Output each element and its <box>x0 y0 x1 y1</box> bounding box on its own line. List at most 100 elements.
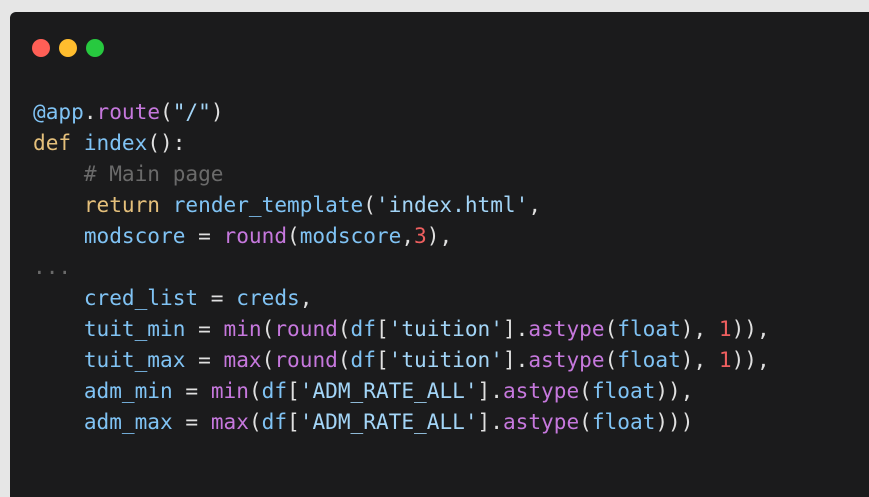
code-token-var: float <box>617 316 681 341</box>
code-token-fn: max <box>210 409 249 434</box>
code-token-fn: min <box>210 378 249 403</box>
code-token-var: adm_max <box>83 409 173 434</box>
code-token-str: 'tuition' <box>388 316 503 341</box>
code-token-var: modscore <box>299 223 402 248</box>
window-controls <box>32 39 104 57</box>
code-token-plain: ( <box>604 316 618 341</box>
code-token-kw: def <box>33 130 72 155</box>
code-token-str: 'tuition' <box>388 347 503 372</box>
code-token-var: float <box>617 347 681 372</box>
code-token-plain: = <box>185 223 224 248</box>
code-token-plain: = <box>172 409 211 434</box>
code-token-str: 'ADM_RATE_ALL' <box>299 409 478 434</box>
code-token-plain: = <box>185 316 224 341</box>
code-token-plain: = <box>198 285 237 310</box>
code-token-fn: min <box>223 316 262 341</box>
code-token-plain: ( <box>287 223 300 248</box>
code-line: return render_template('index.html', <box>33 189 770 220</box>
code-token-plain: )), <box>731 347 770 372</box>
code-token-plain: = <box>185 347 224 372</box>
minimize-button[interactable] <box>59 39 77 57</box>
code-token-plain: ]. <box>477 378 503 403</box>
code-line: cred_list = creds, <box>33 282 770 313</box>
code-token-fn: astype <box>528 316 605 341</box>
code-token-plain: ]. <box>477 409 503 434</box>
code-token-plain: ), <box>426 223 453 248</box>
code-token-cmt: ... <box>33 254 72 279</box>
code-line: tuit_min = min(round(df['tuition'].astyp… <box>33 313 770 344</box>
code-token-var: modscore <box>83 223 186 248</box>
code-token-plain: ( <box>579 409 592 434</box>
code-token-fn: astype <box>528 347 605 372</box>
code-token-var: float <box>591 409 656 434</box>
code-token-plain: ( <box>337 347 351 372</box>
code-token-var: df <box>350 316 376 341</box>
code-token-plain: ( <box>160 99 173 124</box>
code-token-plain: ( <box>261 316 275 341</box>
code-token-fn: round <box>274 316 338 341</box>
maximize-button[interactable] <box>86 39 104 57</box>
code-token-str: 'index.html' <box>375 192 529 217</box>
code-token-plain: ( <box>248 378 262 403</box>
code-token-plain: , <box>528 192 542 217</box>
code-token-var: tuit_min <box>83 316 186 341</box>
code-token-var: index <box>83 130 148 155</box>
code-window: @app.route("/") def index(): # Main page … <box>10 12 869 497</box>
code-token-plain: [ <box>375 316 389 341</box>
code-token-plain: [ <box>287 409 300 434</box>
code-token-fn: astype <box>502 378 580 403</box>
code-token-plain: ))) <box>655 409 694 434</box>
code-token-var: df <box>261 378 288 403</box>
code-token-plain: ( <box>337 316 351 341</box>
code-token-str: "/" <box>172 99 211 124</box>
close-button[interactable] <box>32 39 50 57</box>
code-token-plain: ), <box>680 347 719 372</box>
code-token-var: render_template <box>172 192 364 217</box>
code-token-plain: ]. <box>502 316 529 341</box>
code-token-var: tuit_max <box>83 347 186 372</box>
code-token-plain: , <box>299 285 313 310</box>
code-token-var: @app <box>33 99 84 124</box>
code-token-fn: max <box>223 347 262 372</box>
code-token-plain: ( <box>604 347 618 372</box>
code-line: tuit_max = max(round(df['tuition'].astyp… <box>33 344 770 375</box>
code-token-plain: ( <box>261 347 275 372</box>
code-token-var: creds <box>236 285 300 310</box>
code-line: @app.route("/") <box>33 96 770 127</box>
code-token-var: df <box>350 347 376 372</box>
code-token-plain: )), <box>655 378 694 403</box>
code-token-var: cred_list <box>83 285 199 310</box>
code-token-var: adm_min <box>83 378 173 403</box>
code-token-plain: ), <box>680 316 719 341</box>
code-token-str: 'ADM_RATE_ALL' <box>299 378 478 403</box>
code-token-plain: ) <box>210 99 224 124</box>
code-token-plain: ]. <box>502 347 529 372</box>
code-line: # Main page <box>33 158 770 189</box>
code-line: ... <box>33 251 770 282</box>
code-token-fn: astype <box>502 409 580 434</box>
code-token-plain: ( <box>248 409 262 434</box>
code-token-cmt: # Main page <box>83 161 224 186</box>
code-token-plain: = <box>172 378 211 403</box>
code-token-fn: route <box>96 99 161 124</box>
code-token-plain: )), <box>731 316 770 341</box>
code-token-plain: ( <box>363 192 376 217</box>
code-token-var: float <box>591 378 656 403</box>
code-token-plain: (): <box>147 130 186 155</box>
code-token-fn: round <box>223 223 288 248</box>
code-block: @app.route("/") def index(): # Main page … <box>33 96 770 437</box>
code-token-plain: [ <box>375 347 389 372</box>
code-token-plain: ( <box>579 378 592 403</box>
code-token-plain: . <box>83 99 97 124</box>
code-token-kw: return <box>83 192 161 217</box>
code-token-num: 1 <box>718 347 732 372</box>
